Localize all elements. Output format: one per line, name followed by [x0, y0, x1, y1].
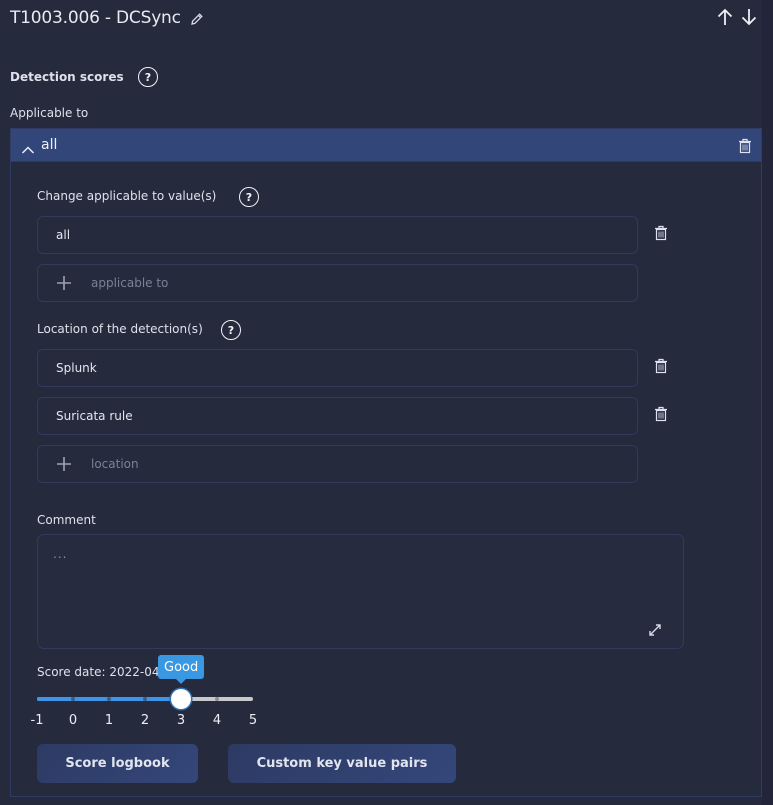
- slider-tick-label: 3: [176, 713, 186, 728]
- applicable-to-label: Applicable to: [10, 106, 89, 120]
- help-icon[interactable]: ?: [239, 187, 259, 207]
- location-value: Suricata rule: [56, 409, 133, 423]
- arrow-up-icon[interactable]: [716, 7, 734, 27]
- score-logbook-button[interactable]: Score logbook: [37, 744, 198, 783]
- add-location-placeholder: location: [91, 457, 139, 471]
- applicable-value: all: [56, 228, 71, 242]
- trash-icon[interactable]: [654, 406, 668, 422]
- chevron-up-icon[interactable]: [21, 140, 35, 154]
- custom-key-value-pairs-button[interactable]: Custom key value pairs: [228, 744, 456, 783]
- add-applicable-placeholder: applicable to: [91, 276, 169, 290]
- slider-tick-label: 0: [68, 713, 78, 728]
- slider-tick-label: 5: [248, 713, 258, 728]
- arrow-down-icon[interactable]: [740, 7, 758, 27]
- scrollbar-gutter[interactable]: [762, 0, 773, 805]
- comment-placeholder: ...: [53, 547, 68, 561]
- slider-thumb[interactable]: [171, 689, 191, 709]
- location-label: Location of the detection(s): [37, 322, 203, 336]
- slider-tick-mark: [215, 697, 219, 701]
- applicable-value-field[interactable]: all: [37, 216, 638, 254]
- slider-tick-mark: [107, 697, 111, 701]
- comment-label: Comment: [37, 513, 96, 527]
- comment-textarea[interactable]: ...: [37, 534, 684, 649]
- expand-icon[interactable]: [647, 622, 663, 638]
- applicable-to-panel: all Change applicable to value(s) ? all …: [10, 128, 762, 797]
- slider-tick-label: 2: [140, 713, 150, 728]
- technique-header: T1003.006 - DCSync: [10, 6, 204, 30]
- reorder-controls: [716, 7, 758, 27]
- score-value-tooltip: Good: [158, 655, 205, 684]
- trash-icon[interactable]: [654, 358, 668, 374]
- slider-tick-mark: [143, 697, 147, 701]
- help-icon[interactable]: ?: [138, 67, 158, 87]
- slider-tick-label: 4: [212, 713, 222, 728]
- location-field[interactable]: Splunk: [37, 349, 638, 387]
- score-date-label: Score date: 2022-04: [37, 665, 160, 679]
- change-applicable-label: Change applicable to value(s): [37, 189, 217, 203]
- detection-editor: T1003.006 - DCSync Detection scores ? Ap…: [0, 0, 773, 805]
- slider-tick-label: 1: [104, 713, 114, 728]
- technique-title: T1003.006 - DCSync: [10, 8, 181, 28]
- panel-header-all[interactable]: all: [11, 129, 761, 162]
- pencil-icon[interactable]: [190, 11, 204, 25]
- add-applicable-to-input[interactable]: applicable to: [37, 264, 638, 302]
- location-value: Splunk: [56, 361, 97, 375]
- trash-icon[interactable]: [738, 138, 752, 154]
- slider-tick-label: -1: [30, 713, 44, 728]
- plus-icon[interactable]: [56, 456, 72, 472]
- score-slider[interactable]: Good: [37, 655, 253, 709]
- trash-icon[interactable]: [654, 225, 668, 241]
- location-field[interactable]: Suricata rule: [37, 397, 638, 435]
- slider-tick-mark: [71, 697, 75, 701]
- detection-scores-heading: Detection scores: [10, 70, 124, 84]
- panel-header-label: all: [41, 137, 58, 153]
- plus-icon[interactable]: [56, 275, 72, 291]
- add-location-input[interactable]: location: [37, 445, 638, 483]
- help-icon[interactable]: ?: [221, 320, 241, 340]
